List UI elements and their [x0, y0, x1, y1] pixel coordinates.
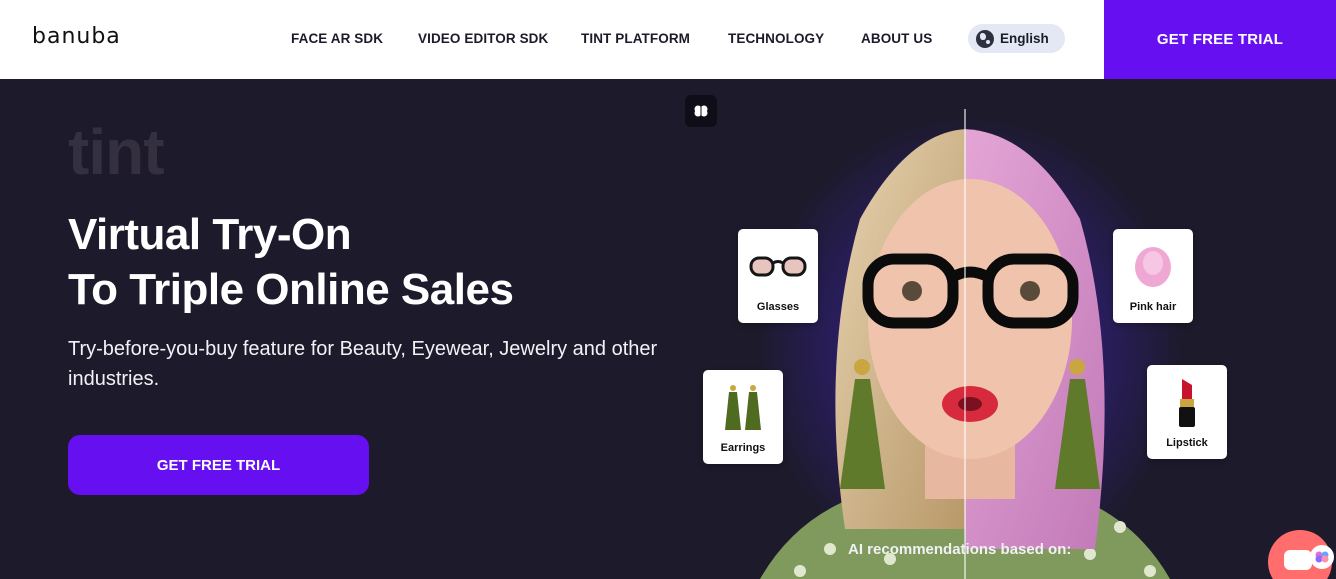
globe-icon [976, 29, 994, 48]
nav-technology[interactable]: TECHNOLOGY [728, 31, 824, 46]
nav-about-us[interactable]: ABOUT US [861, 31, 932, 46]
card-earrings-label: Earrings [720, 442, 766, 454]
chat-icon [1284, 550, 1312, 570]
banuba-logo[interactable]: banuba [32, 24, 121, 49]
card-glasses-label: Glasses [756, 301, 800, 313]
glasses-icon [746, 241, 810, 293]
hero-section: tint Virtual Try-On To Triple Online Sal… [0, 79, 1336, 579]
earrings-icon [711, 382, 775, 434]
tint-brand-word: tint [68, 116, 164, 188]
ai-recommendations-text: AI recommendations based on: [848, 541, 1072, 558]
headline-line-1: Virtual Try-On [68, 210, 352, 259]
site-header: banuba FACE AR SDK VIDEO EDITOR SDK TINT… [0, 0, 1336, 79]
hero-subtext: Try-before-you-buy feature for Beauty, E… [68, 338, 658, 390]
brain-icon-button[interactable] [685, 95, 717, 127]
card-pink-hair[interactable]: Pink hair [1113, 229, 1193, 323]
language-label: English [1000, 31, 1049, 46]
card-pink-hair-label: Pink hair [1129, 301, 1177, 313]
split-divider[interactable] [964, 109, 966, 579]
hero-headline: Virtual Try-On To Triple Online Sales [68, 207, 514, 317]
assistant-brain-icon[interactable] [1310, 545, 1334, 569]
hero-free-trial-button[interactable]: GET FREE TRIAL [68, 435, 369, 495]
nav-video-editor-sdk[interactable]: VIDEO EDITOR SDK [418, 31, 548, 46]
brain-icon [694, 105, 708, 117]
card-lipstick[interactable]: Lipstick [1147, 365, 1227, 459]
headline-line-2: To Triple Online Sales [68, 265, 514, 314]
card-earrings[interactable]: Earrings [703, 370, 783, 464]
lipstick-icon [1155, 377, 1219, 429]
nav-tint-platform[interactable]: TINT PLATFORM [581, 31, 690, 46]
nav-face-ar-sdk[interactable]: FACE AR SDK [291, 31, 383, 46]
language-selector[interactable]: English [968, 24, 1065, 53]
header-free-trial-button[interactable]: GET FREE TRIAL [1104, 0, 1336, 79]
card-lipstick-label: Lipstick [1166, 437, 1208, 449]
card-glasses[interactable]: Glasses [738, 229, 818, 323]
model-portrait [760, 129, 1170, 579]
pink-hair-icon [1121, 241, 1185, 293]
